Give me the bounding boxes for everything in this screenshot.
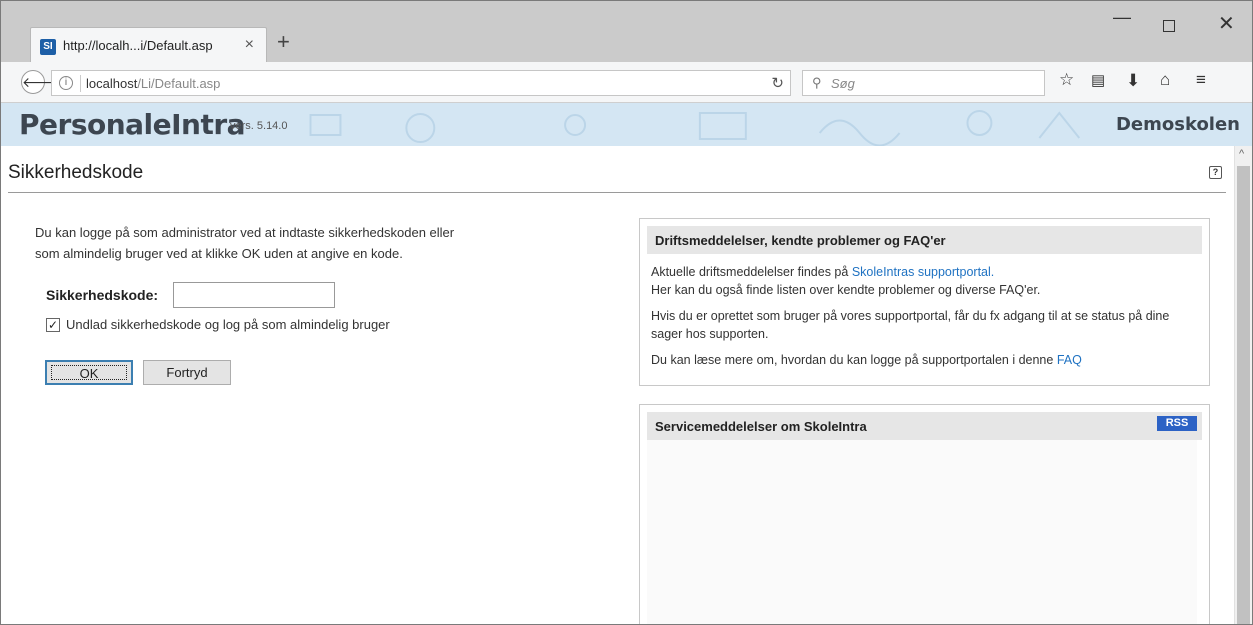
- scroll-up-icon[interactable]: ^: [1239, 148, 1244, 160]
- url-host: localhost: [86, 76, 138, 91]
- cancel-button[interactable]: Fortryd: [143, 360, 231, 385]
- service-panel-title-text: Servicemeddelelser om SkoleIntra: [655, 419, 867, 434]
- intro-line-1: Du kan logge på som administrator ved at…: [35, 225, 455, 240]
- url-bar[interactable]: i localhost/Li/Default.asp ↻: [51, 70, 791, 96]
- site-favicon-icon: SI: [40, 39, 56, 55]
- maximize-icon[interactable]: [1163, 20, 1175, 32]
- url-path: /Li/Default.asp: [137, 76, 221, 91]
- ops-p1-line2: Her kan du også finde listen over kendte…: [651, 283, 1041, 297]
- brand-title: PersonaleIntra: [19, 108, 246, 141]
- version-label: vers. 5.14.0: [230, 120, 288, 132]
- intro-text: Du kan logge på som administrator ved at…: [35, 222, 555, 264]
- page-content: Sikkerhedskode ? Du kan logge på som adm…: [1, 146, 1234, 624]
- download-icon[interactable]: ⬇: [1126, 71, 1140, 91]
- search-icon: ⚲: [812, 75, 822, 90]
- school-name: Demoskolen: [1115, 114, 1240, 135]
- search-placeholder: Søg: [831, 76, 855, 91]
- faq-link[interactable]: FAQ: [1057, 353, 1082, 367]
- back-arrow-icon[interactable]: 🡐: [21, 70, 60, 94]
- app-header-banner: PersonaleIntra vers. 5.14.0 Demoskolen: [1, 103, 1252, 146]
- ops-p1-text: Aktuelle driftsmeddelelser findes på: [651, 265, 852, 279]
- home-icon[interactable]: ⌂: [1160, 70, 1170, 90]
- service-feed-area: [647, 440, 1197, 624]
- reload-icon[interactable]: ↻: [771, 74, 784, 92]
- tab-strip: SI http://localh...i/Default.asp × + — ✕: [1, 1, 1252, 62]
- ops-paragraph-3: Du kan læse mere om, hvordan du kan logg…: [651, 351, 1201, 369]
- minimize-icon[interactable]: —: [1113, 7, 1131, 28]
- new-tab-icon[interactable]: +: [277, 31, 290, 53]
- search-input[interactable]: ⚲ Søg: [802, 70, 1045, 96]
- menu-icon[interactable]: ≡: [1196, 70, 1206, 90]
- focus-ring: [51, 365, 127, 380]
- skip-code-label[interactable]: Undlad sikkerhedskode og log på som almi…: [66, 317, 390, 332]
- operations-panel: Driftsmeddelelser, kendte problemer og F…: [639, 218, 1210, 386]
- operations-panel-body: Aktuelle driftsmeddelelser findes på Sko…: [651, 263, 1201, 377]
- url-text[interactable]: localhost/Li/Default.asp: [86, 76, 220, 91]
- ops-p3-text: Du kan læse mere om, hvordan du kan logg…: [651, 353, 1057, 367]
- tab-close-icon[interactable]: ×: [245, 36, 254, 54]
- page-title: Sikkerhedskode: [8, 162, 144, 183]
- browser-tab[interactable]: SI http://localh...i/Default.asp ×: [30, 27, 267, 62]
- ok-button[interactable]: OK: [45, 360, 133, 385]
- browser-window: SI http://localh...i/Default.asp × + — ✕…: [0, 0, 1253, 625]
- page-scrollbar[interactable]: ^: [1234, 146, 1252, 624]
- help-icon[interactable]: ?: [1209, 166, 1222, 179]
- reader-icon[interactable]: ▤: [1091, 71, 1105, 89]
- rss-feed-button[interactable]: RSS: [1157, 416, 1197, 431]
- title-divider: [8, 192, 1226, 193]
- security-code-input[interactable]: [173, 282, 335, 308]
- skip-code-checkbox[interactable]: ✓: [46, 318, 60, 332]
- url-separator: [80, 75, 81, 92]
- support-portal-link[interactable]: SkoleIntras supportportal.: [852, 265, 994, 279]
- service-panel-title: Servicemeddelelser om SkoleIntra RSS: [647, 412, 1202, 440]
- bookmark-star-icon[interactable]: ☆: [1059, 70, 1074, 90]
- operations-panel-title: Driftsmeddelelser, kendte problemer og F…: [647, 226, 1202, 254]
- info-icon[interactable]: i: [59, 76, 73, 90]
- ops-paragraph-2: Hvis du er oprettet som bruger på vores …: [651, 309, 1170, 341]
- intro-line-2: som almindelig bruger ved at klikke OK u…: [35, 246, 403, 261]
- scrollbar-thumb[interactable]: [1237, 166, 1250, 624]
- ops-paragraph-1: Aktuelle driftsmeddelelser findes på Sko…: [651, 263, 1201, 299]
- window-close-icon[interactable]: ✕: [1218, 11, 1235, 36]
- tab-title: http://localh...i/Default.asp: [63, 38, 213, 53]
- service-panel: Servicemeddelelser om SkoleIntra RSS: [639, 404, 1210, 624]
- security-code-label: Sikkerhedskode:: [46, 287, 159, 303]
- navigation-bar: 🡐 i localhost/Li/Default.asp ↻ ⚲ Søg ☆ ▤…: [1, 62, 1252, 103]
